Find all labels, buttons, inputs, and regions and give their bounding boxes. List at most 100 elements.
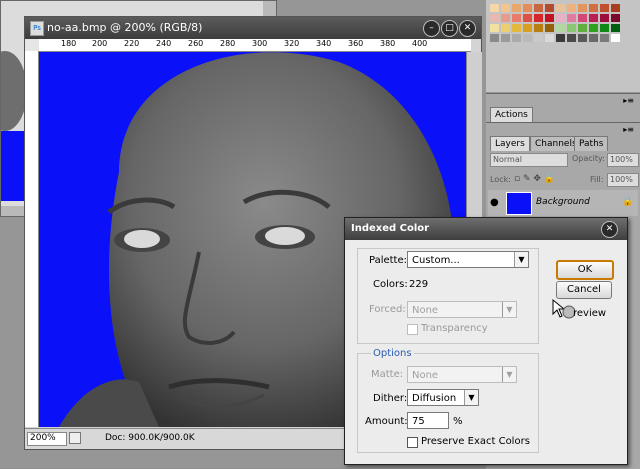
color-swatch[interactable] — [556, 24, 565, 32]
color-swatch[interactable] — [600, 14, 609, 22]
dither-select[interactable]: Diffusion ▼ — [407, 389, 479, 406]
color-swatch[interactable] — [545, 4, 554, 12]
dither-select-value: Diffusion — [412, 393, 457, 404]
fill-field[interactable]: 100% — [607, 173, 639, 187]
palette-select[interactable]: Custom... ▼ — [407, 251, 529, 268]
transparency-checkbox[interactable] — [407, 324, 418, 335]
color-swatch[interactable] — [611, 34, 620, 42]
color-swatch[interactable] — [512, 14, 521, 22]
color-swatch[interactable] — [589, 24, 598, 32]
color-swatch[interactable] — [523, 24, 532, 32]
document-title: no-aa.bmp @ 200% (RGB/8) — [47, 21, 203, 34]
color-swatch[interactable] — [589, 4, 598, 12]
color-swatch[interactable] — [600, 34, 609, 42]
matte-select[interactable]: None ▼ — [407, 366, 517, 383]
color-swatch[interactable] — [567, 34, 576, 42]
color-swatch[interactable] — [512, 4, 521, 12]
layer-row-background[interactable]: ● Background 🔒 — [488, 190, 638, 216]
color-swatch[interactable] — [545, 24, 554, 32]
palette-label: Palette: — [369, 255, 408, 266]
maximize-icon[interactable]: □ — [441, 20, 458, 37]
document-titlebar[interactable]: Ps no-aa.bmp @ 200% (RGB/8) – □ ✕ — [25, 17, 481, 39]
tab-actions[interactable]: Actions — [490, 107, 533, 122]
status-menu-icon[interactable] — [69, 432, 81, 444]
ruler-tick: 240 — [156, 39, 172, 48]
tab-paths[interactable]: Paths — [574, 136, 609, 151]
color-swatch[interactable] — [611, 24, 620, 32]
cancel-button[interactable]: Cancel — [556, 281, 612, 299]
chevron-down-icon: ▼ — [502, 302, 516, 317]
lock-icons[interactable]: ▫ ✎ ✥ 🔒 — [514, 174, 555, 184]
color-swatch[interactable] — [490, 4, 499, 12]
color-swatch[interactable] — [501, 34, 510, 42]
swatches-palette — [486, 0, 640, 92]
color-swatch[interactable] — [567, 4, 576, 12]
amount-label: Amount: — [365, 416, 408, 427]
color-swatch[interactable] — [534, 34, 543, 42]
layer-thumbnail — [506, 192, 532, 215]
color-swatch[interactable] — [501, 4, 510, 12]
horizontal-ruler[interactable]: 180 200 220 240 260 280 300 320 340 360 … — [39, 39, 471, 52]
color-swatch[interactable] — [578, 34, 587, 42]
color-swatch[interactable] — [600, 24, 609, 32]
color-swatch[interactable] — [567, 24, 576, 32]
color-swatch[interactable] — [534, 4, 543, 12]
color-swatch[interactable] — [545, 14, 554, 22]
preview-label: review — [573, 308, 607, 319]
colors-value: 229 — [409, 279, 429, 290]
color-swatch[interactable] — [501, 24, 510, 32]
color-swatch[interactable] — [490, 14, 499, 22]
color-swatch[interactable] — [523, 4, 532, 12]
color-swatch[interactable] — [534, 24, 543, 32]
color-swatch[interactable] — [578, 24, 587, 32]
opacity-field[interactable]: 100% — [607, 153, 639, 167]
minimize-icon[interactable]: – — [423, 20, 440, 37]
zoom-level-field[interactable]: 200% — [27, 432, 67, 446]
color-swatch[interactable] — [523, 14, 532, 22]
amount-input[interactable]: 75 — [407, 412, 449, 429]
color-swatch[interactable] — [556, 34, 565, 42]
color-swatch[interactable] — [545, 34, 554, 42]
blend-mode-select[interactable]: Normal — [490, 153, 568, 167]
dialog-titlebar[interactable]: Indexed Color ✕ — [345, 218, 627, 240]
color-swatch[interactable] — [512, 24, 521, 32]
ok-button[interactable]: OK — [556, 260, 614, 280]
color-swatch[interactable] — [567, 14, 576, 22]
color-swatch[interactable] — [556, 4, 565, 12]
document-size-info: Doc: 900.0K/900.0K — [105, 433, 195, 443]
panel-menu-icon[interactable]: ▸≡ — [623, 125, 634, 134]
ruler-tick: 260 — [188, 39, 204, 48]
color-swatch[interactable] — [556, 14, 565, 22]
color-swatch[interactable] — [611, 14, 620, 22]
forced-select[interactable]: None ▼ — [407, 301, 517, 318]
color-swatch[interactable] — [600, 4, 609, 12]
close-icon[interactable]: ✕ — [459, 20, 476, 37]
indexed-color-dialog: Indexed Color ✕ Palette: Custom... ▼ Col… — [344, 217, 628, 465]
panel-menu-icon[interactable]: ▸≡ — [623, 96, 634, 105]
color-swatch[interactable] — [523, 34, 532, 42]
eye-icon[interactable]: ● — [490, 197, 499, 208]
lock-label: Lock: — [490, 175, 511, 184]
color-swatch[interactable] — [589, 34, 598, 42]
photoshop-document-icon: Ps — [30, 21, 44, 36]
actions-panel: Actions ▸≡ — [486, 93, 640, 122]
color-swatch[interactable] — [490, 24, 499, 32]
tab-layers[interactable]: Layers — [490, 136, 530, 151]
color-swatch[interactable] — [534, 14, 543, 22]
color-swatch[interactable] — [578, 4, 587, 12]
ruler-tick: 340 — [316, 39, 332, 48]
options-heading: Options — [371, 348, 414, 359]
matte-label: Matte: — [371, 369, 404, 380]
color-swatch[interactable] — [512, 34, 521, 42]
close-icon[interactable]: ✕ — [601, 221, 618, 238]
preserve-exact-colors-checkbox[interactable] — [407, 437, 418, 448]
ruler-tick: 360 — [348, 39, 364, 48]
vertical-ruler[interactable] — [25, 51, 39, 427]
dither-label: Dither: — [373, 393, 408, 404]
color-swatch[interactable] — [501, 14, 510, 22]
transparency-label: Transparency — [421, 323, 488, 334]
color-swatch[interactable] — [490, 34, 499, 42]
color-swatch[interactable] — [578, 14, 587, 22]
color-swatch[interactable] — [589, 14, 598, 22]
color-swatch[interactable] — [611, 4, 620, 12]
